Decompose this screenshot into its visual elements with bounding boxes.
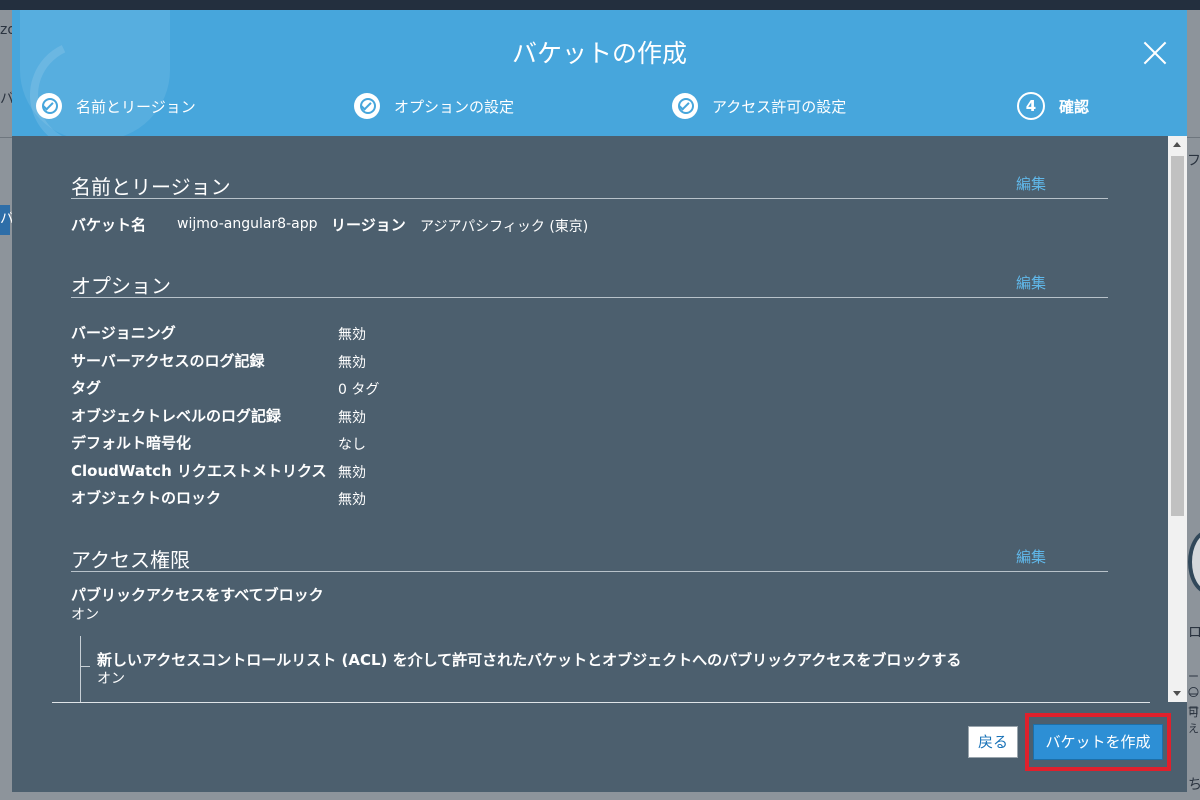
bucket-name-value: wijmo-angular8-app <box>177 216 318 232</box>
check-circle-icon <box>354 93 380 119</box>
check-circle-icon <box>36 93 62 119</box>
region-value: アジアパシフィック (東京) <box>420 219 589 235</box>
step-label: アクセス許可の設定 <box>712 97 847 116</box>
option-value: 無効 <box>338 355 366 371</box>
acl-block-value: オン <box>97 671 125 687</box>
option-value: 無効 <box>338 465 366 481</box>
bg-divider <box>0 137 12 138</box>
review-content: 名前とリージョン 編集 バケット名 wijmo-angular8-app リージ… <box>12 136 1168 702</box>
close-icon[interactable] <box>1140 38 1170 68</box>
option-label: オブジェクトレベルのログ記録 <box>71 407 282 425</box>
option-label: サーバーアクセスのログ記録 <box>71 352 265 370</box>
check-circle-icon <box>672 93 698 119</box>
option-value: 0 タグ <box>338 382 380 398</box>
option-label: タグ <box>71 379 102 397</box>
step-number-badge: 4 <box>1017 92 1045 120</box>
region-label: リージョン <box>331 216 406 234</box>
footer-divider <box>52 702 1150 703</box>
step-review: 4 確認 <box>1017 92 1089 120</box>
create-bucket-button[interactable]: バケットを作成 <box>1033 724 1163 760</box>
option-label: バージョニング <box>71 324 176 342</box>
section-title: アクセス権限 <box>71 548 190 572</box>
section-header-access: アクセス権限 編集 <box>71 546 1108 572</box>
edit-access-link[interactable]: 編集 <box>1016 546 1046 567</box>
bg-divider <box>1186 137 1200 138</box>
section-header-options: オプション 編集 <box>71 272 1108 298</box>
section-title: 名前とリージョン <box>71 175 231 199</box>
bg-text: 可え <box>1188 706 1199 735</box>
block-public-access-label: パブリックアクセスをすべてブロック <box>71 586 324 604</box>
scroll-down-arrow-icon[interactable] <box>1173 691 1181 696</box>
section-header-name-region: 名前とリージョン 編集 <box>71 173 1108 199</box>
step-options[interactable]: オプションの設定 <box>354 92 514 120</box>
modal-header: バケットの作成 名前とリージョン オプションの設定 アクセス許可の設定 4 確認 <box>12 10 1187 136</box>
scrollbar[interactable] <box>1168 136 1187 702</box>
bg-text: フ <box>1187 153 1200 169</box>
block-public-access-value: オン <box>71 607 99 623</box>
step-label: 名前とリージョン <box>76 97 196 116</box>
bg-text: ロ <box>1188 625 1200 641</box>
option-label: CloudWatch リクエストメトリクス <box>71 462 327 480</box>
edit-name-region-link[interactable]: 編集 <box>1016 173 1046 194</box>
step-name-region[interactable]: 名前とリージョン <box>36 92 196 120</box>
step-label: オプションの設定 <box>394 97 515 116</box>
back-button[interactable]: 戻る <box>968 726 1018 758</box>
tree-line <box>80 636 81 702</box>
acl-block-label: 新しいアクセスコントロールリスト (ACL) を介して許可されたバケットとオブジ… <box>97 651 962 669</box>
option-label: デフォルト暗号化 <box>71 434 192 452</box>
option-value: 無効 <box>338 327 366 343</box>
console-topbar <box>0 0 1200 10</box>
edit-options-link[interactable]: 編集 <box>1016 272 1046 293</box>
option-value: なし <box>338 437 366 453</box>
modal-title: バケットの作成 <box>511 39 687 68</box>
scroll-up-arrow-icon[interactable] <box>1173 142 1181 147</box>
scroll-thumb[interactable] <box>1171 156 1184 516</box>
option-label: オブジェクトのロック <box>71 489 222 507</box>
bg-text: ち <box>1188 777 1200 793</box>
step-label: 確認 <box>1059 97 1090 116</box>
create-bucket-modal: バケットの作成 名前とリージョン オプションの設定 アクセス許可の設定 4 確認… <box>12 10 1187 792</box>
tree-line <box>80 666 90 667</box>
section-title: オプション <box>71 274 171 298</box>
option-value: 無効 <box>338 410 366 426</box>
option-value: 無効 <box>338 492 366 508</box>
bucket-name-label: バケット名 <box>71 216 147 234</box>
step-permissions[interactable]: アクセス許可の設定 <box>672 92 846 120</box>
